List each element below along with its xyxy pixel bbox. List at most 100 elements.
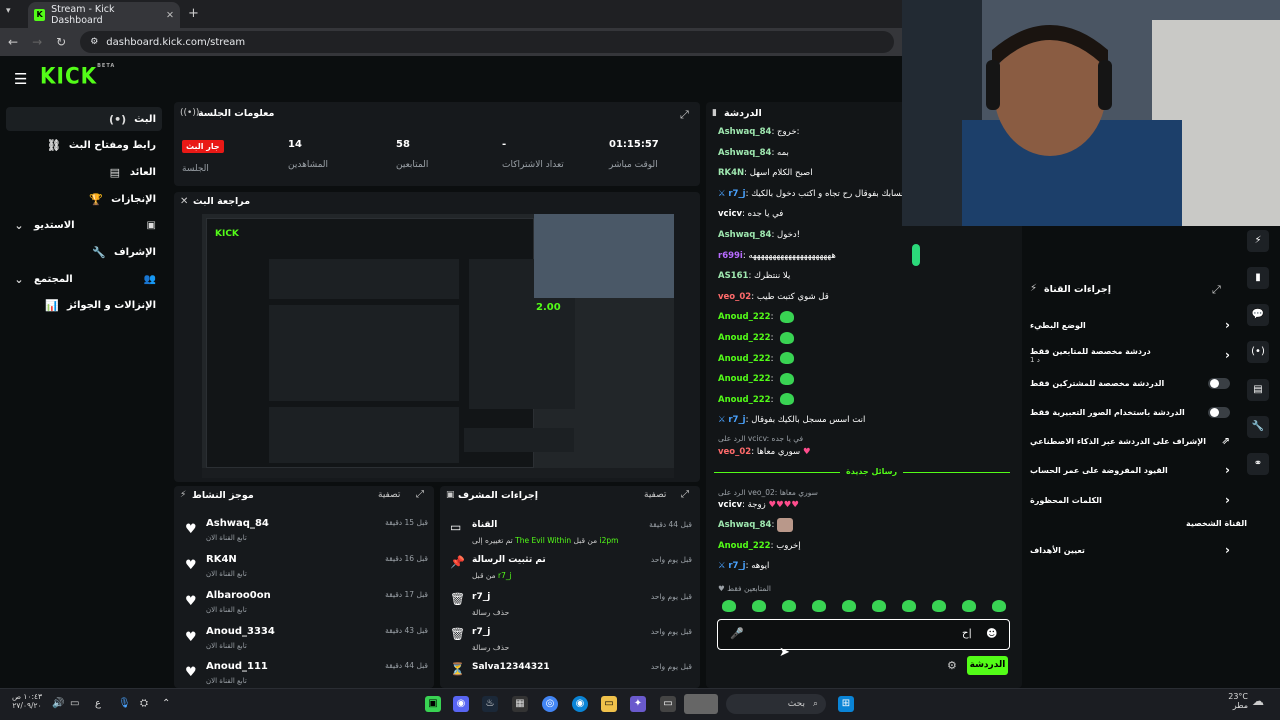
chat-username[interactable]: Anoud_222: [718, 395, 771, 405]
chat-username[interactable]: AS161: [718, 271, 748, 281]
mod-action-name[interactable]: r7_j: [472, 592, 490, 602]
chat-username[interactable]: Anoud_222: [718, 312, 771, 322]
chat-username[interactable]: veo_02: [718, 292, 751, 302]
menu-icon[interactable]: ☰: [14, 70, 27, 88]
folder-icon[interactable]: ▭: [601, 696, 617, 712]
banned-words-row[interactable]: الكلمات المحظورة ›: [1030, 489, 1230, 511]
emote-picker-icon[interactable]: [842, 600, 856, 612]
broadcast-button[interactable]: (•): [1247, 341, 1269, 363]
edge-icon[interactable]: ◉: [572, 696, 588, 712]
chat-username[interactable]: vcicv: [718, 209, 742, 219]
expand-icon[interactable]: ⤢: [416, 489, 424, 500]
mod-action-name[interactable]: r7_j: [472, 627, 490, 637]
new-tab-button[interactable]: +: [188, 6, 199, 21]
activity-user[interactable]: Albaroo0on: [206, 590, 271, 601]
window-icon[interactable]: ▭: [660, 696, 676, 712]
emote-picker-icon[interactable]: [932, 600, 946, 612]
activity-user[interactable]: RK4N: [206, 554, 237, 565]
layout-button[interactable]: ▤: [1247, 379, 1269, 401]
sidebar-item-link[interactable]: ⛓ رابط ومفتاح البث: [6, 133, 162, 157]
chat-username[interactable]: vcicv: [718, 500, 742, 510]
sidebar-item-studio[interactable]: ⌄ الاستديو ▣: [6, 213, 162, 237]
emote-picker-icon[interactable]: [992, 600, 1006, 612]
display-icon[interactable]: ▭: [70, 698, 79, 709]
clock[interactable]: ١٠:٤٣ ص ٢٧/٠٩/٢٠: [10, 692, 44, 710]
sidebar-item-revenue[interactable]: ▤ العائد: [6, 160, 162, 184]
chevron-up-icon[interactable]: ⌃: [162, 698, 170, 709]
chat-username[interactable]: veo_02: [718, 447, 751, 457]
ai-moderation-row[interactable]: الإشراف على الدردشة عبر الذكاء الاصطناعي…: [1030, 430, 1230, 452]
app-icon-green[interactable]: ▣: [425, 696, 441, 712]
slow-mode-row[interactable]: الوضع البطيء ›: [1030, 314, 1230, 336]
chat-username[interactable]: Anoud_222: [718, 374, 771, 384]
chat-username[interactable]: Ashwaq_84: [718, 520, 771, 530]
wrench-button[interactable]: 🔧: [1247, 416, 1269, 438]
close-tab-icon[interactable]: ✕: [166, 10, 174, 21]
settings-icon[interactable]: ⚙: [947, 659, 957, 672]
activity-user[interactable]: Ashwaq_84: [206, 518, 269, 529]
site-info-icon[interactable]: ⚙: [90, 37, 98, 47]
emote-picker-icon[interactable]: [782, 600, 796, 612]
weather-widget[interactable]: 23°C مطر: [1228, 692, 1248, 710]
sidebar-item-drops[interactable]: 📊 الإنزالات و الجوائز: [6, 293, 162, 317]
microphone-icon[interactable]: 🎙: [118, 698, 131, 709]
account-age-row[interactable]: القيود المفروضة على عمر الحساب ›: [1030, 459, 1230, 481]
sidebar-item-community[interactable]: ⌄ المجتمع 👥: [6, 267, 162, 291]
microphone-icon[interactable]: 🎤: [730, 627, 744, 640]
chat-username[interactable]: Anoud_222: [718, 333, 771, 343]
send-chat-button[interactable]: الدردشة: [967, 656, 1008, 675]
emoji-icon[interactable]: ☻: [986, 627, 997, 640]
back-icon[interactable]: ←: [8, 35, 18, 49]
share-button[interactable]: ⚭: [1247, 453, 1269, 475]
chat-username[interactable]: r7_j: [728, 189, 745, 199]
activity-user[interactable]: Anoud_111: [206, 661, 268, 672]
scroll-indicator[interactable]: [912, 244, 920, 266]
expand-icon[interactable]: ⤢: [680, 108, 689, 122]
windows-start-icon[interactable]: ⊞: [838, 696, 854, 712]
set-goals-row[interactable]: تعيين الأهداف ›: [1030, 539, 1230, 561]
emotes-only-toggle[interactable]: [1208, 406, 1230, 418]
reload-icon[interactable]: ↻: [56, 35, 66, 49]
lightning-button[interactable]: ⚡: [1247, 230, 1269, 252]
store-icon[interactable]: ▦: [512, 696, 528, 712]
chat-username[interactable]: Anoud_222: [718, 354, 771, 364]
chat-username[interactable]: Ashwaq_84: [718, 148, 771, 158]
emote-picker-icon[interactable]: [872, 600, 886, 612]
sidebar-item-stream[interactable]: (•) البث: [6, 107, 162, 131]
widget-thumbnail[interactable]: [684, 694, 718, 714]
mod-game[interactable]: The Evil Within: [515, 536, 571, 545]
chat-username[interactable]: r699i: [718, 251, 743, 261]
collapse-icon[interactable]: ✕: [180, 196, 188, 207]
subs-only-toggle[interactable]: [1208, 377, 1230, 389]
app-icon[interactable]: ✦: [630, 696, 646, 712]
emote-picker-icon[interactable]: [902, 600, 916, 612]
forward-icon[interactable]: →: [32, 35, 42, 49]
url-field[interactable]: ⚙ dashboard.kick.com/stream: [80, 31, 894, 53]
mod-filter-button[interactable]: تصفية: [644, 490, 666, 500]
chat-username[interactable]: r7_j: [728, 561, 745, 571]
mod-action-name[interactable]: Salva12344321: [472, 662, 550, 672]
mod-by[interactable]: r7_j: [498, 571, 512, 580]
followers-only-row[interactable]: دردشة مخصصة للمتابعين فقط 1 د ›: [1030, 342, 1230, 368]
volume-icon[interactable]: 🔊: [52, 698, 64, 709]
steam-icon[interactable]: ♨: [482, 696, 498, 712]
emote-picker-icon[interactable]: [962, 600, 976, 612]
browser-tab[interactable]: K Stream - Kick Dashboard ✕: [28, 2, 180, 28]
chrome-icon[interactable]: ◎: [542, 696, 558, 712]
chat-username[interactable]: r7_j: [728, 415, 745, 425]
expand-icon[interactable]: ⤢: [1212, 283, 1221, 297]
discord-icon[interactable]: ◉: [453, 696, 469, 712]
message-button[interactable]: 💬: [1247, 304, 1269, 326]
sidebar-item-achievements[interactable]: 🏆 الإنجازات: [6, 187, 162, 211]
tab-search-icon[interactable]: ▾: [6, 6, 11, 16]
chat-popout-button[interactable]: ▮: [1247, 267, 1269, 289]
chat-username[interactable]: RK4N: [718, 168, 744, 178]
emote-picker-icon[interactable]: [812, 600, 826, 612]
emote-picker-icon[interactable]: [752, 600, 766, 612]
activity-user[interactable]: Anoud_3334: [206, 626, 275, 637]
chat-username[interactable]: Ashwaq_84: [718, 127, 771, 137]
network-icon[interactable]: ⛭: [140, 698, 148, 709]
kick-logo[interactable]: KICKBETA: [40, 63, 115, 89]
emote-picker-icon[interactable]: [722, 600, 736, 612]
taskbar-search[interactable]: بحث ⌕: [726, 694, 826, 714]
